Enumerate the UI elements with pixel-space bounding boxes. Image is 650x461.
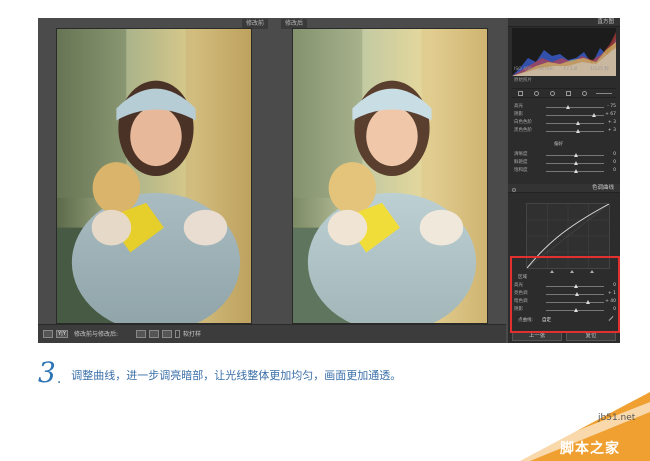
histogram-title: 直方图: [597, 19, 614, 25]
histogram-aperture: f / 1.8: [564, 67, 578, 72]
clarity-slider[interactable]: [546, 153, 604, 157]
compare-view: 修改前 修改后 Y|Y 修改前与修改后: 软打样: [38, 18, 506, 343]
step-number: 3: [38, 356, 56, 389]
softproof-label: 软打样: [183, 331, 202, 338]
highlight-box: [510, 256, 620, 333]
basic-row-label: 高光: [514, 104, 523, 109]
step-caption: 3 . 调整曲线，进一步调亮暗部，让光线整体更加均匀，画面更加通透。: [38, 357, 401, 389]
basic-row-label: 白色色阶: [514, 120, 532, 125]
presence-row-label: 饱和度: [514, 168, 528, 173]
step-dot: .: [56, 371, 62, 387]
basic-row-value: + 3: [607, 120, 616, 125]
lightroom-window: 修改前 修改后 Y|Y 修改前与修改后: 软打样 直方图 ISO 400 50 …: [38, 18, 620, 343]
histogram-header[interactable]: 直方图: [508, 18, 620, 27]
vibrance-slider[interactable]: [546, 161, 604, 165]
highlights-slider[interactable]: [546, 105, 604, 109]
saturation-slider[interactable]: [546, 169, 604, 173]
original-photo-label: 原始照片: [514, 78, 532, 83]
radial-filter-icon[interactable]: [582, 91, 587, 96]
presence-row-label: 鲜艳度: [514, 160, 528, 165]
after-photo[interactable]: [292, 28, 488, 324]
target-adjust-icon[interactable]: [512, 188, 516, 192]
spot-removal-icon[interactable]: [534, 91, 539, 96]
adjustment-brush-icon[interactable]: [596, 93, 612, 94]
red-eye-icon[interactable]: [550, 91, 555, 96]
softproof-checkbox[interactable]: [175, 330, 180, 338]
basic-row-value: + 67: [605, 112, 616, 117]
whites-slider[interactable]: [546, 121, 604, 125]
blacks-slider[interactable]: [546, 129, 604, 133]
histogram-shutter: 1/125 秒: [590, 67, 609, 72]
histogram-focal: 50 mm: [538, 67, 554, 72]
presence-row-value: 0: [613, 160, 616, 165]
tool-strip: [512, 88, 616, 98]
presence-row-value: 0: [613, 168, 616, 173]
basic-row-label: 黑色色阶: [514, 128, 532, 133]
before-after-mode-icon[interactable]: Y|Y: [56, 330, 68, 338]
watermark-name: 脚本之家: [560, 441, 620, 457]
basic-row-label: 阴影: [514, 112, 523, 117]
shadows-slider[interactable]: [546, 113, 604, 117]
watermark-site: jb51.net: [598, 413, 636, 423]
presence-row-value: 0: [613, 152, 616, 157]
loupe-view-icon[interactable]: [43, 330, 53, 338]
step-text: 调整曲线，进一步调亮暗部，让光线整体更加均匀，画面更加通透。: [71, 369, 402, 382]
basic-row-value: + 3: [607, 128, 616, 133]
before-photo[interactable]: [56, 28, 252, 324]
presence-title: 偏好: [554, 142, 563, 147]
basic-row-value: - 75: [607, 104, 616, 109]
crop-icon[interactable]: [518, 91, 523, 96]
tone-curve-header[interactable]: 色调曲线: [508, 184, 620, 193]
copy-before-to-after-icon[interactable]: [136, 330, 146, 338]
bottom-toolbar: Y|Y 修改前与修改后: 软打样: [38, 324, 506, 343]
before-after-mode-label: 修改前与修改后:: [74, 331, 119, 338]
swap-before-after-icon[interactable]: [162, 330, 172, 338]
tone-curve-title: 色调曲线: [591, 185, 614, 191]
graduated-filter-icon[interactable]: [566, 91, 571, 96]
histogram-iso: ISO 400: [514, 67, 532, 72]
presence-row-label: 清晰度: [514, 152, 528, 157]
copy-after-to-before-icon[interactable]: [149, 330, 159, 338]
